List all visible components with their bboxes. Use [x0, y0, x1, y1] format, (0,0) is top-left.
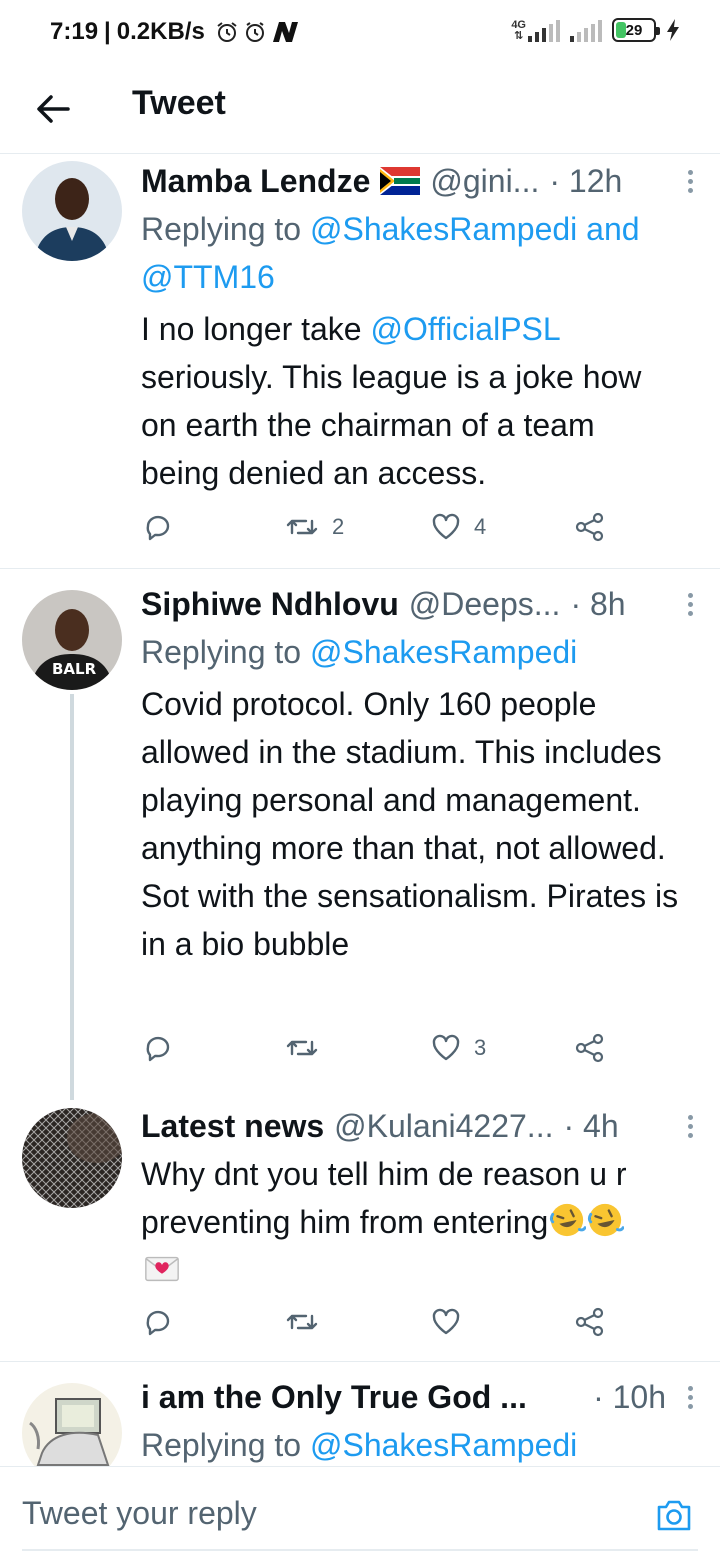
more-options-icon[interactable] — [680, 592, 700, 616]
tweet-header: Siphiwe Ndhlovu @Deeps... · 8h — [141, 580, 700, 628]
retweet-icon — [286, 519, 318, 535]
share-button[interactable] — [574, 511, 606, 543]
tweet-text: Why dnt you tell him de reason u r preve… — [141, 1150, 701, 1294]
tweet-time[interactable]: · 8h — [570, 586, 625, 623]
reply-underline — [22, 1549, 698, 1551]
status-left: 7:19 | 0.2KB/s — [50, 18, 301, 46]
mention-link[interactable]: @ShakesRampedi — [310, 1427, 577, 1463]
avatar-text: BALR — [52, 660, 97, 678]
back-button[interactable] — [30, 86, 76, 132]
reply-icon — [146, 515, 170, 541]
more-options-icon[interactable] — [680, 169, 700, 193]
retweet-button[interactable]: 2 — [284, 511, 344, 543]
tweet-time[interactable]: · 12h — [549, 163, 622, 200]
like-button[interactable]: 3 — [430, 1032, 486, 1064]
tweet-time[interactable]: · 10h — [593, 1379, 666, 1416]
signal-2-icon — [570, 18, 602, 42]
charging-bolt-icon — [667, 19, 679, 41]
share-icon — [575, 512, 604, 542]
love-letter-emoji-icon — [145, 1256, 179, 1282]
like-count: 4 — [474, 514, 487, 539]
arrow-left-icon — [37, 95, 70, 123]
page-title: Tweet — [132, 84, 226, 122]
display-name[interactable]: Siphiwe Ndhlovu — [141, 586, 399, 623]
alarm-icon — [245, 22, 264, 42]
tweet-header: i am the Only True God ... · 10h — [141, 1373, 700, 1421]
tweet-text: Covid protocol. Only 160 people allowed … — [141, 686, 679, 962]
tweet-item[interactable]: Latest news @Kulani4227... · 4h Why dnt … — [0, 1100, 720, 1362]
status-speed: 0.2KB/s — [116, 18, 205, 45]
heart-icon — [432, 1034, 460, 1061]
tweet-header: Latest news @Kulani4227... · 4h — [141, 1102, 700, 1150]
user-handle[interactable]: @Kulani4227... — [334, 1108, 553, 1145]
heart-icon — [432, 1308, 460, 1335]
replying-to: Replying to @ShakesRampedi — [141, 634, 578, 670]
user-handle[interactable]: @gini... — [430, 163, 539, 200]
mention-link[interactable]: @ShakesRampedi — [310, 211, 577, 247]
display-name[interactable]: Latest news — [141, 1108, 324, 1145]
user-handle[interactable]: @Deeps... — [409, 586, 561, 623]
like-count: 3 — [474, 1035, 487, 1060]
mention-link[interactable]: @OfficialPSL — [370, 311, 559, 347]
reply-button[interactable] — [142, 1306, 174, 1338]
mention-link[interactable]: @TTM16 — [141, 259, 275, 295]
like-button[interactable]: 4 — [430, 511, 486, 543]
avatar[interactable] — [22, 1383, 122, 1467]
share-icon — [575, 1033, 604, 1063]
avatar[interactable] — [22, 161, 122, 261]
tweet-time[interactable]: · 4h — [563, 1108, 618, 1145]
top-app-bar: Tweet — [0, 66, 720, 154]
share-button[interactable] — [574, 1306, 606, 1338]
tweet-actions: 2 4 — [0, 511, 720, 551]
tweet-header: Mamba Lendze @gini... · 12h — [141, 157, 700, 205]
status-time: 7:19 — [50, 18, 99, 45]
replying-to: Replying to @ShakesRampedi — [141, 1427, 578, 1463]
camera-icon — [657, 1500, 691, 1531]
retweet-icon — [286, 1040, 318, 1056]
reply-button[interactable] — [142, 1032, 174, 1064]
replying-to: Replying to @ShakesRampedi and @TTM16 — [141, 211, 640, 295]
status-right: 4G ⇅ 29 — [511, 18, 680, 42]
n-app-icon — [272, 22, 298, 42]
rolling-laughing-emoji-icon — [588, 1203, 625, 1237]
signal-icon — [528, 18, 560, 42]
reply-icon — [146, 1310, 170, 1336]
reply-composer: Tweet your reply — [0, 1466, 720, 1560]
share-button[interactable] — [574, 1032, 606, 1064]
more-options-icon[interactable] — [680, 1114, 700, 1138]
avatar[interactable] — [22, 1108, 122, 1208]
tweet-text: I no longer take @OfficialPSL seriously.… — [141, 311, 642, 491]
reply-button[interactable] — [142, 511, 174, 543]
like-button[interactable] — [430, 1306, 462, 1338]
south-africa-flag-icon — [380, 167, 421, 195]
retweet-icon — [286, 1314, 318, 1330]
retweet-count: 2 — [332, 514, 345, 539]
retweet-button[interactable] — [284, 1032, 320, 1064]
network-type: 4G ⇅ — [511, 19, 526, 42]
retweet-button[interactable] — [284, 1306, 320, 1338]
tweet-item[interactable]: BALR Siphiwe Ndhlovu @Deeps... · 8h Repl… — [0, 570, 720, 1100]
tweet-item[interactable]: Mamba Lendze @gini... · 12h Replying to … — [0, 155, 720, 569]
rolling-laughing-emoji-icon — [550, 1203, 587, 1237]
display-name[interactable]: i am the Only True God ... — [141, 1379, 527, 1416]
tweet-item[interactable]: i am the Only True God ... · 10h Replyin… — [0, 1363, 720, 1467]
avatar[interactable]: BALR — [22, 590, 122, 690]
heart-icon — [432, 513, 460, 540]
status-bar: 7:19 | 0.2KB/s 4G ⇅ 29 — [0, 0, 720, 66]
more-options-icon[interactable] — [680, 1385, 700, 1409]
reply-input[interactable]: Tweet your reply — [22, 1495, 257, 1532]
display-name[interactable]: Mamba Lendze — [141, 163, 370, 200]
tweet-actions — [0, 1306, 720, 1346]
mention-link[interactable]: @ShakesRampedi — [310, 634, 577, 670]
tweet-actions: 3 — [0, 1032, 720, 1072]
camera-button[interactable] — [654, 1495, 694, 1535]
reply-icon — [146, 1036, 170, 1062]
alarm-clock-icon — [217, 22, 237, 42]
share-icon — [575, 1307, 604, 1337]
battery-icon: 29 — [612, 18, 660, 42]
